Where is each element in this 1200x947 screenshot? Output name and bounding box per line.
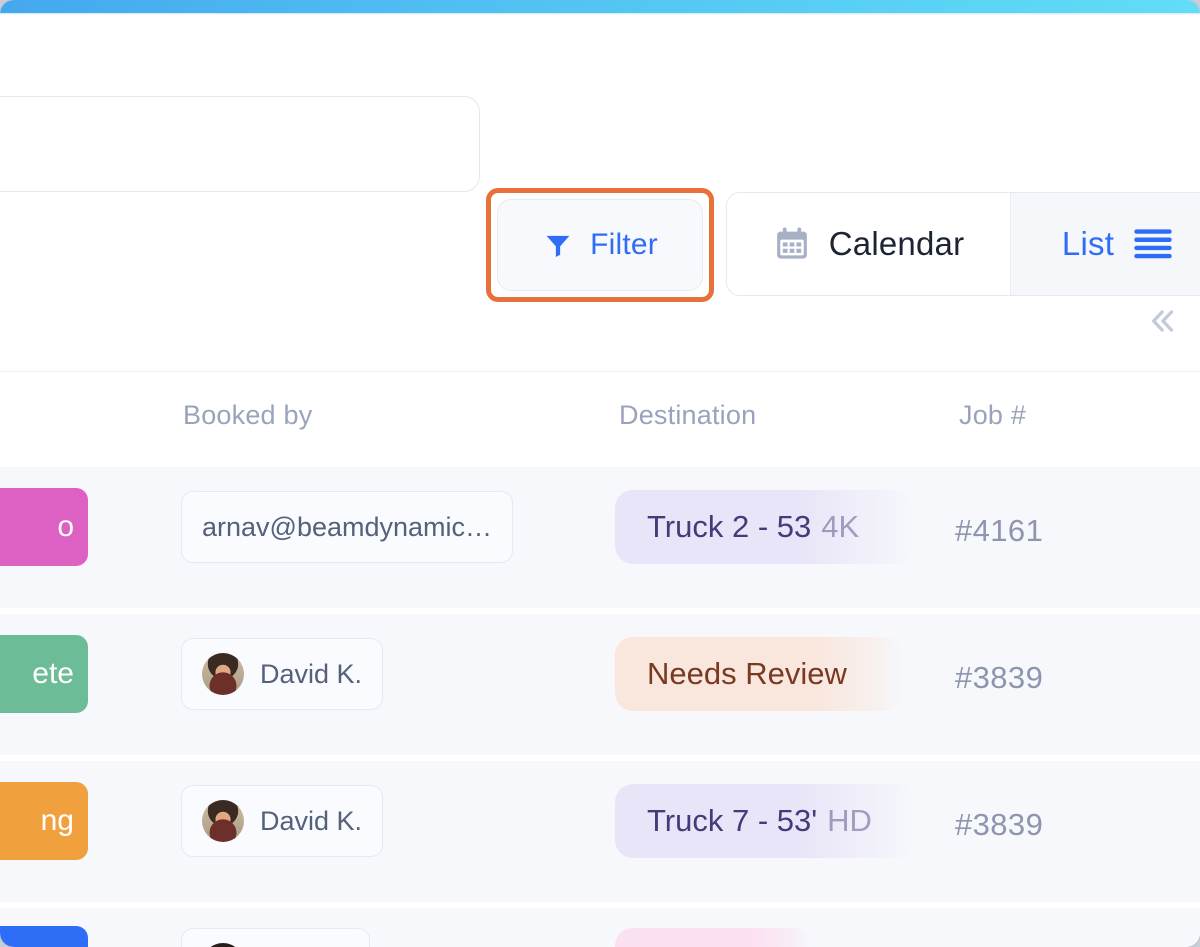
double-chevron-left-icon — [1146, 304, 1180, 338]
collapse-panel-button[interactable] — [1136, 296, 1190, 346]
destination-badge[interactable]: Studio A — [615, 928, 810, 947]
status-badge-label: ng — [40, 804, 74, 837]
tab-calendar[interactable]: Calendar — [727, 193, 1011, 295]
filter-button[interactable]: Filter — [497, 199, 703, 291]
booked-by-cell[interactable]: Aline F. — [181, 928, 370, 947]
job-number: #3839 — [955, 660, 1044, 695]
status-badge-label: o — [57, 510, 74, 543]
status-badge[interactable]: o — [0, 488, 88, 566]
destination-tail: HD — [827, 803, 872, 838]
job-number: #4161 — [955, 513, 1044, 548]
table-row[interactable]: o arnav@beamdynamic… Truck 2 - 53 4K #41… — [0, 464, 1200, 611]
bookings-table: Booked by Destination Job # o arnav@beam… — [0, 371, 1200, 947]
column-header-booked-by: Booked by — [183, 400, 313, 430]
toolbar: Filter Calendar List — [0, 96, 1200, 302]
tab-list[interactable]: List — [1011, 193, 1200, 295]
list-lines-icon — [1132, 227, 1174, 261]
top-accent-bar-shadow — [0, 13, 1200, 15]
table-row[interactable]: ng David K. Truck 7 - 53' HD #3839 — [0, 758, 1200, 905]
booked-by-cell[interactable]: David K. — [181, 785, 384, 857]
booked-by-label: David K. — [260, 658, 363, 689]
destination-badge[interactable]: Needs Review — [615, 637, 903, 711]
avatar — [202, 943, 244, 947]
top-accent-bar — [0, 0, 1200, 13]
tab-list-label: List — [1061, 225, 1115, 262]
app-window: Filter Calendar List Booked by Destinati… — [0, 0, 1200, 947]
column-header-destination: Destination — [619, 400, 757, 430]
view-switcher: Calendar List — [726, 192, 1200, 296]
filter-button-label: Filter — [590, 228, 658, 261]
column-header-job: Job # — [959, 400, 1027, 430]
calendar-icon — [773, 225, 811, 263]
table-header-row: Booked by Destination Job # — [0, 371, 1200, 464]
booked-by-label: arnav@beamdynamic… — [202, 511, 493, 542]
booked-by-cell[interactable]: David K. — [181, 638, 384, 710]
booked-by-cell[interactable]: arnav@beamdynamic… — [181, 491, 514, 563]
destination-label: Truck 7 - 53' — [647, 803, 818, 838]
status-badge[interactable]: ng — [0, 782, 88, 860]
destination-badge[interactable]: Truck 2 - 53 4K — [615, 490, 915, 564]
table-row[interactable]: Aline F. Studio A #3839 — [0, 905, 1200, 947]
destination-tail: 4K — [821, 509, 860, 544]
status-badge[interactable]: ete — [0, 635, 88, 713]
destination-label: Truck 2 - 53 — [647, 509, 812, 544]
search-input[interactable] — [0, 96, 480, 192]
table-row[interactable]: ete David K. Needs Review #3839 — [0, 611, 1200, 758]
status-badge[interactable] — [0, 926, 88, 947]
job-number: #3839 — [955, 807, 1044, 842]
avatar — [202, 800, 244, 842]
tab-calendar-label: Calendar — [828, 225, 965, 262]
destination-badge[interactable]: Truck 7 - 53' HD — [615, 784, 915, 858]
destination-label: Needs Review — [647, 656, 847, 691]
avatar — [202, 653, 244, 695]
status-badge-label: ete — [32, 657, 74, 690]
funnel-icon — [542, 229, 574, 261]
booked-by-label: David K. — [260, 805, 363, 836]
